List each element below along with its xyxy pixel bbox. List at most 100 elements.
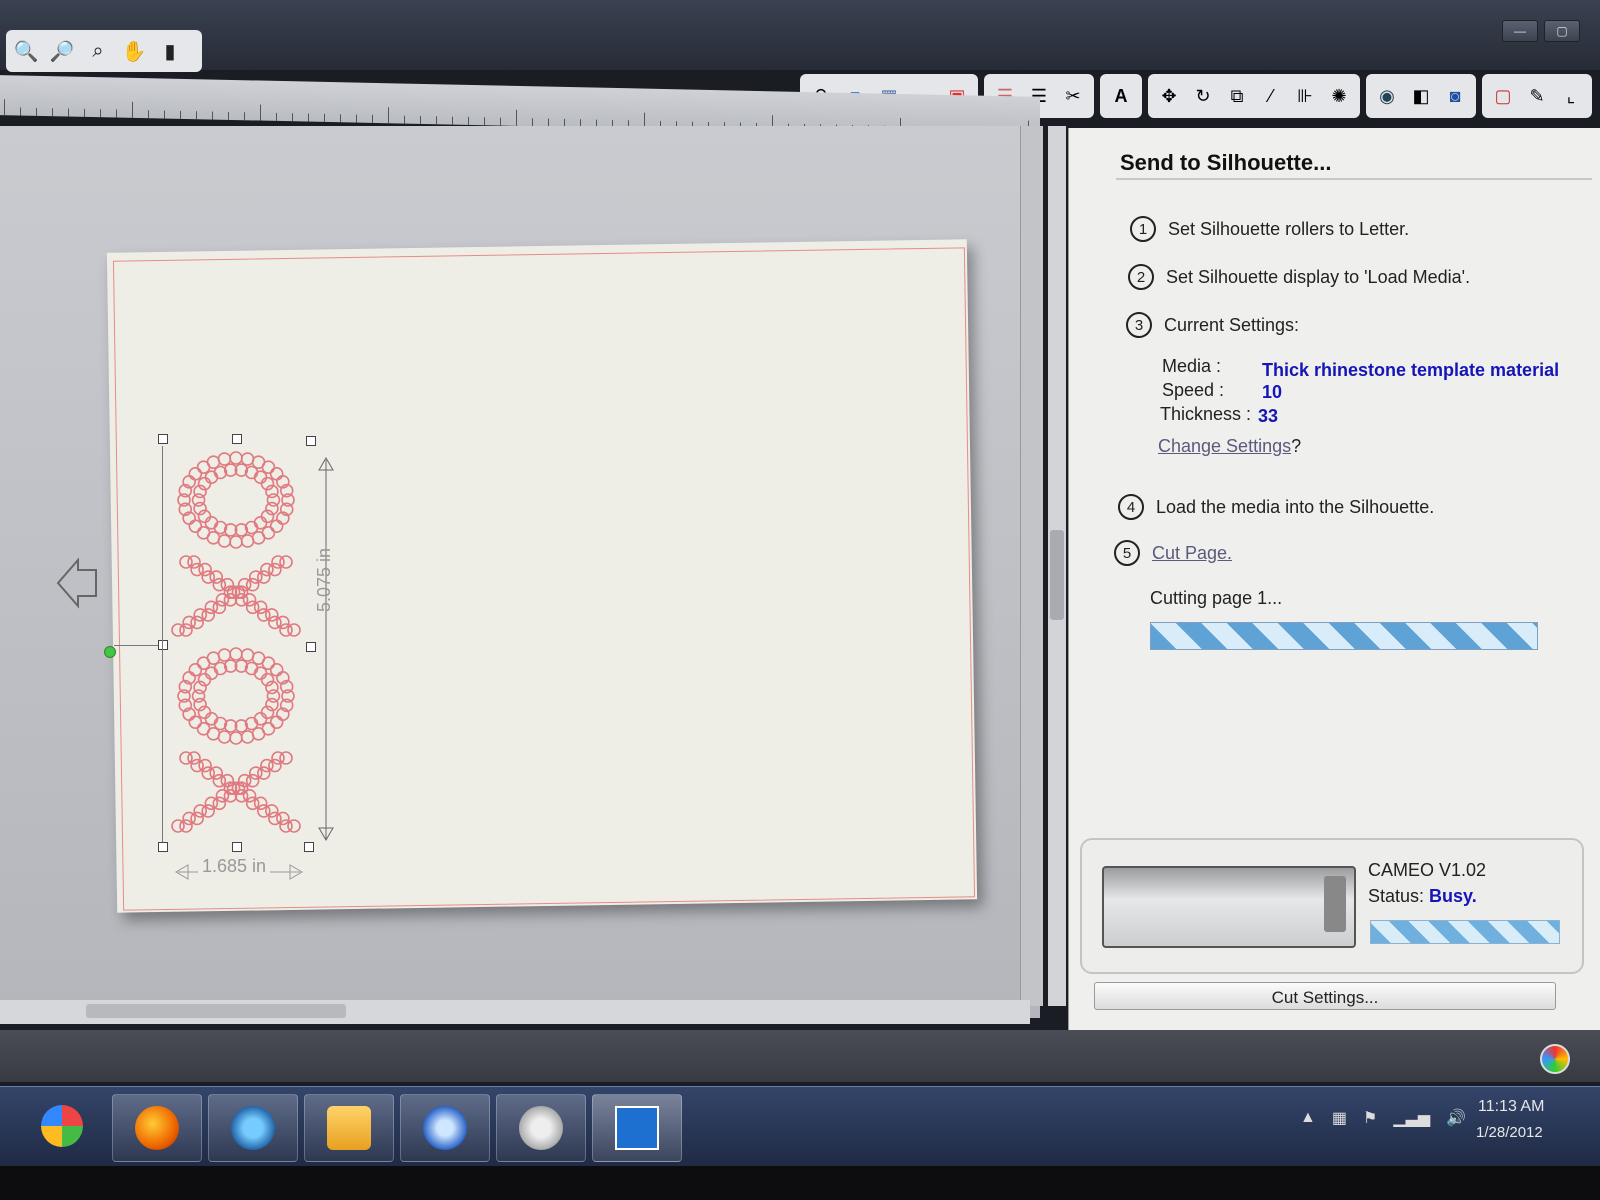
rhinestone — [217, 730, 232, 744]
rhinestone — [269, 663, 284, 677]
change-settings-link[interactable]: Change Settings — [1158, 436, 1291, 456]
selection-handle[interactable] — [304, 842, 314, 852]
text-style-icon[interactable]: A — [1106, 81, 1136, 111]
taskbar-active-app[interactable] — [592, 1094, 682, 1162]
clock-date[interactable]: 1/28/2012 — [1476, 1124, 1543, 1141]
ruler-tick — [228, 111, 229, 120]
start-button[interactable] — [30, 1096, 94, 1156]
taskbar-firefox[interactable] — [112, 1094, 202, 1162]
selection-edge-left — [162, 446, 163, 842]
clock-time[interactable]: 11:13 AM — [1478, 1098, 1544, 1116]
fit-page-icon[interactable]: ▮ — [156, 37, 184, 65]
selection-handle[interactable] — [158, 640, 168, 650]
step-2: 2 Set Silhouette display to 'Load Media'… — [1128, 264, 1470, 290]
ruler-tick — [420, 115, 421, 124]
desktop-background — [0, 1030, 1600, 1082]
replicate-icon[interactable]: ✺ — [1324, 81, 1354, 111]
rhinestone — [215, 592, 230, 607]
rhinestone-xoxo-design[interactable] — [170, 450, 310, 840]
ruler-tick — [404, 115, 405, 124]
zoom-in-icon[interactable]: 🔍 — [12, 37, 40, 65]
action-center-flag-icon[interactable]: ⚑ — [1363, 1108, 1377, 1128]
scale-icon[interactable]: ⧉ — [1222, 81, 1252, 111]
rhinestone — [237, 773, 252, 788]
window-titlebar — [0, 0, 1600, 70]
media-label: Media : — [1162, 356, 1222, 376]
horizontal-scroll-thumb[interactable] — [86, 1004, 346, 1018]
volume-icon[interactable]: 🔊 — [1446, 1108, 1466, 1128]
selection-handle[interactable] — [232, 842, 242, 852]
rhinestone — [191, 689, 206, 703]
taskbar-itunes[interactable] — [400, 1094, 490, 1162]
arrow-left-icon[interactable] — [56, 556, 100, 610]
rhinestone — [240, 648, 255, 662]
rotate-icon[interactable]: ↻ — [1188, 81, 1218, 111]
ruler-tick — [132, 101, 133, 118]
ruler-tick — [68, 108, 69, 117]
pencil-icon[interactable]: ✎ — [1522, 81, 1552, 111]
maximize-button[interactable]: ▢ — [1544, 20, 1580, 42]
zoom-out-icon[interactable]: 🔎 — [48, 37, 76, 65]
toolbar-group-text: A — [1100, 74, 1142, 118]
step-4-text: Load the media into the Silhouette. — [1156, 496, 1435, 517]
rhinestone — [220, 577, 235, 592]
system-tray: ▲ ▦ ⚑ ▁▃▅ 🔊 — [1300, 1108, 1466, 1128]
move-icon[interactable]: ✥ — [1154, 81, 1184, 111]
rhinestone — [217, 534, 232, 548]
network-device-icon[interactable]: ▦ — [1332, 1108, 1347, 1128]
ruler-tick — [308, 113, 309, 122]
taskbar-silhouette[interactable] — [496, 1094, 586, 1162]
trace-icon[interactable]: ◉ — [1372, 81, 1402, 111]
rhinestone — [171, 623, 185, 637]
signal-icon[interactable]: ▁▃▅ — [1393, 1108, 1430, 1128]
device-status-value: Busy. — [1429, 886, 1477, 906]
rhinestone — [269, 519, 284, 533]
eraser-icon[interactable]: ▢ — [1488, 81, 1518, 111]
height-dimension-label: 5.075 in — [314, 547, 334, 612]
ruler-tick — [180, 110, 181, 119]
scissors-icon[interactable]: ✂ — [1058, 81, 1088, 111]
ruler-tick — [148, 110, 149, 119]
crop-icon[interactable]: ⌞ — [1556, 81, 1586, 111]
ruler-tick — [164, 110, 165, 119]
rhinestone — [193, 608, 208, 622]
firefox-icon — [135, 1106, 179, 1150]
cut-page-link[interactable]: Cut Page. — [1152, 543, 1232, 564]
step-number-1: 1 — [1130, 216, 1156, 242]
vertical-scroll-thumb[interactable] — [1050, 530, 1064, 620]
selection-handle[interactable] — [158, 434, 168, 444]
rotation-handle-line — [114, 645, 158, 646]
knife-icon[interactable]: ◙ — [1440, 81, 1470, 111]
rhinestone — [229, 451, 243, 465]
ruler-tick — [340, 114, 341, 123]
tray-expand-icon[interactable]: ▲ — [1300, 1109, 1316, 1127]
pan-icon[interactable]: ✋ — [120, 37, 148, 65]
rhinestone — [196, 722, 211, 736]
change-settings-question: ? — [1291, 436, 1302, 456]
align-icon[interactable]: ⊪ — [1290, 81, 1320, 111]
zoom-select-icon[interactable]: ⌕ — [84, 37, 112, 65]
cut-settings-button[interactable]: Cut Settings... — [1094, 982, 1556, 1010]
rhinestone — [240, 452, 255, 466]
outlook-icon — [327, 1106, 371, 1150]
ruler-tick — [4, 99, 5, 116]
taskbar-outlook[interactable] — [304, 1094, 394, 1162]
ruler-tick — [84, 108, 85, 117]
internet-explorer-icon — [231, 1106, 275, 1150]
offset-icon[interactable]: ◧ — [1406, 81, 1436, 111]
step-2-text: Set Silhouette display to 'Load Media'. — [1166, 266, 1471, 287]
shear-icon[interactable]: ⁄ — [1256, 81, 1286, 111]
rhinestone — [253, 796, 268, 811]
cameo-device-image — [1102, 866, 1356, 948]
rhinestone — [264, 608, 279, 622]
window-controls: — ▢ — [1502, 20, 1580, 42]
minimize-button[interactable]: — — [1502, 20, 1538, 42]
selection-handle[interactable] — [306, 436, 316, 446]
ruler-tick — [116, 109, 117, 118]
toolbar-group-eraser: ▢ ✎ ⌞ — [1482, 74, 1592, 118]
step-1-text: Set Silhouette rollers to Letter. — [1168, 218, 1410, 239]
selection-handle[interactable] — [232, 434, 242, 444]
selection-handle[interactable] — [158, 842, 168, 852]
rotation-handle[interactable] — [104, 646, 116, 658]
taskbar-ie[interactable] — [208, 1094, 298, 1162]
